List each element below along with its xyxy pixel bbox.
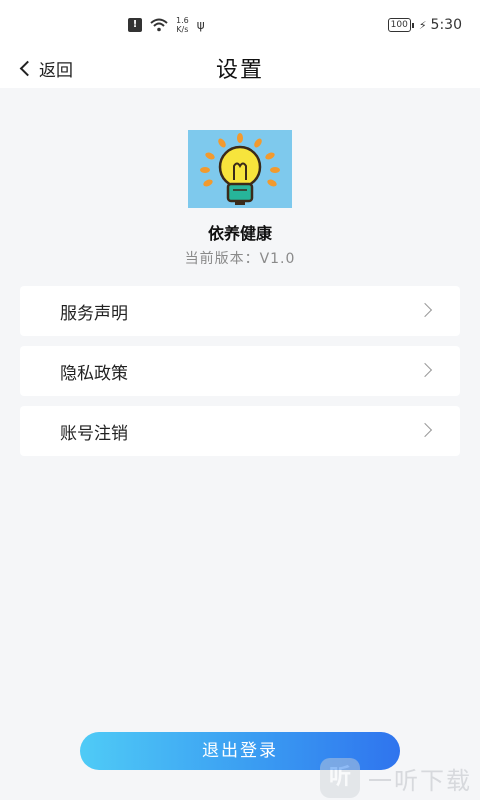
battery-level: 100 xyxy=(390,20,408,30)
chevron-right-icon xyxy=(417,422,433,438)
charging-icon: ⚡ xyxy=(418,18,427,32)
status-time: 5:30 xyxy=(430,17,462,33)
alert-icon: ! xyxy=(128,18,142,32)
menu-item-service-statement[interactable]: 服务声明 xyxy=(20,286,460,336)
nav-bar: 返回 设置 xyxy=(0,48,480,88)
battery-icon: 100 xyxy=(387,18,415,32)
lightbulb-icon xyxy=(200,133,280,205)
menu-item-privacy-policy[interactable]: 隐私政策 xyxy=(20,346,460,396)
app-version: 当前版本：V1.0 xyxy=(184,251,296,267)
menu-item-label: 隐私政策 xyxy=(60,364,128,384)
watermark: 听 一听下载 xyxy=(320,756,472,800)
network-speed-unit: K/s xyxy=(176,25,189,34)
menu-item-label: 服务声明 xyxy=(60,304,128,324)
chevron-right-icon xyxy=(417,302,433,318)
chevron-right-icon xyxy=(417,362,433,378)
menu-item-account-deletion[interactable]: 账号注销 xyxy=(20,406,460,456)
status-bar: ! 1.6 K/s ψ 100 ⚡ 5:30 xyxy=(0,0,480,48)
watermark-text: 一听下载 xyxy=(368,766,472,795)
wifi-icon xyxy=(150,18,168,32)
status-left-group: ! 1.6 K/s ψ xyxy=(128,14,205,36)
watermark-logo: 听 xyxy=(320,758,360,798)
network-speed-value: 1.6 xyxy=(176,16,189,25)
status-right-group: 100 ⚡ 5:30 xyxy=(387,16,462,34)
app-logo xyxy=(188,130,292,208)
app-name: 依养健康 xyxy=(207,224,272,243)
usb-icon: ψ xyxy=(196,18,205,32)
page-title: 设置 xyxy=(215,58,264,83)
menu-item-label: 账号注销 xyxy=(60,424,128,444)
network-speed: 1.6 K/s xyxy=(176,16,189,34)
